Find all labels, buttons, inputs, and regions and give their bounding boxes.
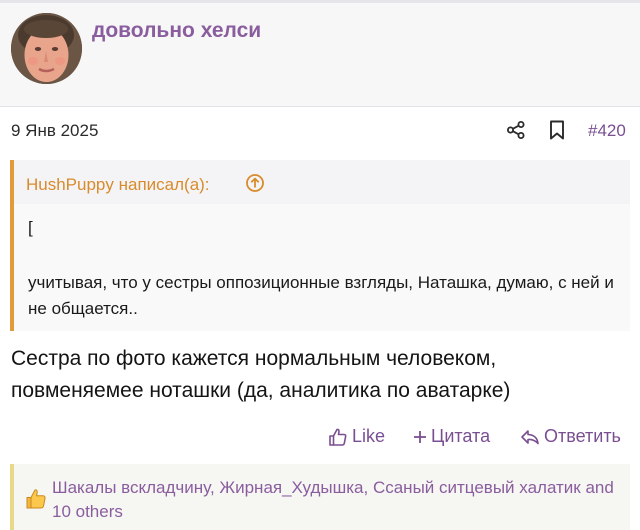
- post-meta: 9 Янв 2025 #420: [0, 107, 640, 153]
- bookmark-icon[interactable]: [548, 120, 566, 140]
- reply-arrow-icon: [521, 429, 539, 444]
- post-user-header: довольно хелси: [0, 3, 640, 107]
- quote-author-link[interactable]: HushPuppy написал(а):: [26, 175, 210, 195]
- thumbs-up-icon: [329, 428, 347, 446]
- quote-block: HushPuppy написал(а): [ учитывая, что у …: [10, 160, 630, 331]
- like-label: Like: [352, 426, 386, 446]
- reply-label: Ответить: [544, 426, 621, 446]
- arrow-up-circle-icon[interactable]: [245, 173, 265, 193]
- quote-label: Цитата: [431, 426, 491, 446]
- quote-button[interactable]: Цитата: [413, 426, 490, 447]
- forum-post: довольно хелси 9 Янв 2025 #420 HushPuppy…: [0, 0, 640, 530]
- reply-button[interactable]: Ответить: [520, 426, 621, 447]
- like-button[interactable]: Like: [328, 426, 385, 447]
- thumbs-up-emoji-icon: [26, 489, 46, 509]
- quote-header: HushPuppy написал(а):: [14, 160, 630, 204]
- reaction-users-link[interactable]: Шакалы вскладчину, Жирная_Худышка, Ссаны…: [52, 476, 627, 524]
- quote-text: учитывая, что у сестры оппозиционные взг…: [28, 273, 614, 318]
- quote-body: [ учитывая, что у сестры оппозиционные в…: [14, 204, 630, 331]
- post-message: Сестра по фото кажется нормальным челове…: [11, 347, 511, 402]
- reactions-bar[interactable]: Шакалы вскладчину, Жирная_Худышка, Ссаны…: [10, 464, 630, 530]
- username-link[interactable]: довольно хелси: [92, 19, 261, 43]
- post-actions: Like Цитата Ответить: [0, 422, 640, 452]
- quote-bracket-text: [: [28, 218, 33, 237]
- post-number-link[interactable]: #420: [588, 121, 626, 141]
- post-date[interactable]: 9 Янв 2025: [11, 121, 98, 141]
- share-icon[interactable]: [506, 120, 526, 140]
- avatar[interactable]: [11, 13, 82, 84]
- plus-icon: [414, 430, 426, 443]
